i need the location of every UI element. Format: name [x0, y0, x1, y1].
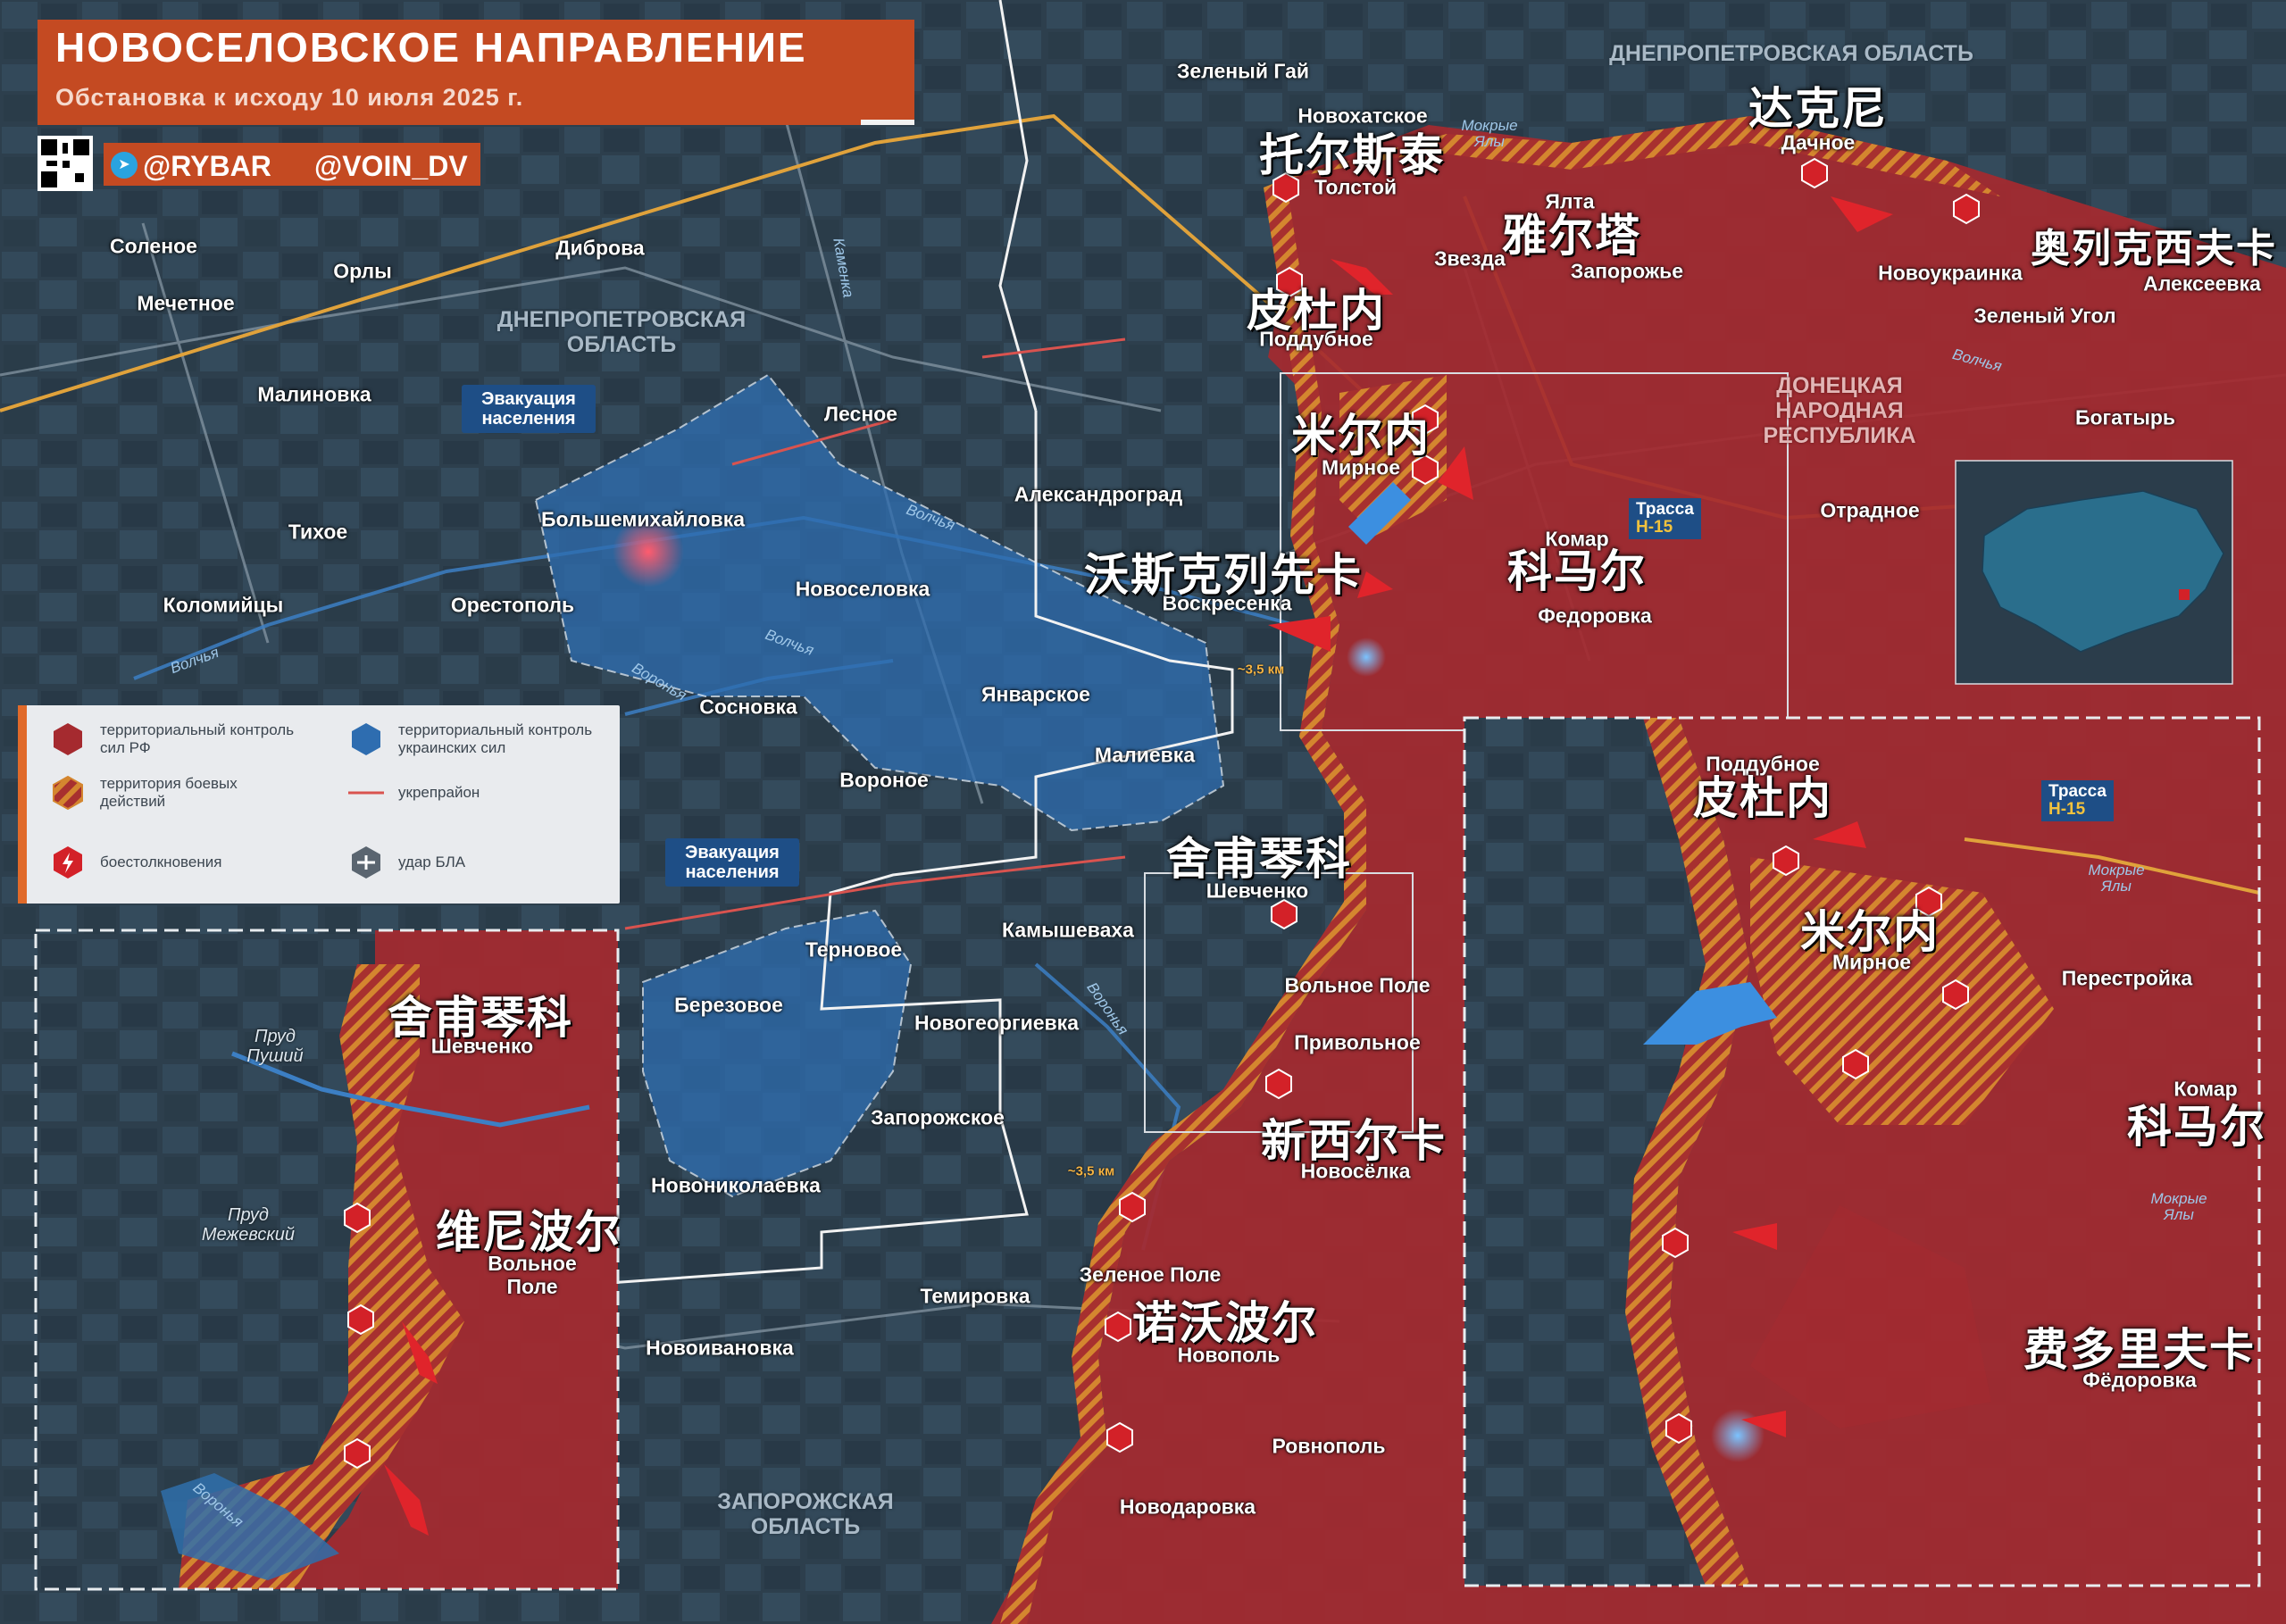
road-code: Н-15 [1636, 518, 1673, 537]
map-canvas[interactable]: НОВОСЕЛОВСКОЕ НАПРАВЛЕНИЕ Обстановка к и… [0, 0, 2286, 1624]
legend-fortified: укрепрайон [398, 784, 480, 801]
handle-voin[interactable]: @VOIN_DV [314, 150, 468, 183]
legend-ru-control: территориальный контроль сил РФ [100, 721, 295, 756]
page-subtitle: Обстановка к исходу 10 июля 2025 г. [55, 84, 524, 111]
town-sosnovka[interactable]: Сосновка [699, 695, 797, 720]
inset-left-volnoe-pole-cn: 维尼波尔 [436, 1205, 622, 1258]
cn-label-mirnoe: 米尔内 [1291, 409, 1431, 462]
cn-label-novoselka: 新西尔卡 [1261, 1114, 1447, 1167]
evac-label-2: Эвакуация населения [665, 838, 799, 887]
handle-rybar[interactable]: @RYBAR [143, 150, 271, 183]
cn-label-tolstoy: 托尔斯泰 [1259, 129, 1445, 181]
town-aleksandrograd[interactable]: Александроград [1014, 483, 1182, 507]
town-malinovka[interactable]: Малиновка [257, 383, 371, 407]
town-zvezda[interactable]: Звезда [1434, 247, 1506, 271]
qr-code-icon[interactable] [38, 136, 93, 191]
inset-left-prud-mezhevsky: Пруд Межевский [201, 1205, 296, 1245]
locator-marker [2179, 589, 2190, 600]
inset-right-poddubnoe-cn: 皮杜内 [1693, 771, 1832, 824]
cn-label-dachnoe: 达克尼 [1748, 82, 1888, 135]
cn-label-yalta: 雅尔塔 [1502, 209, 1641, 262]
town-otradnoe[interactable]: Отрадное [1820, 499, 1919, 523]
legend-clashes: боестолкновения [100, 854, 222, 870]
inset-left-prud-pushiy: Пруд Пуший [246, 1027, 304, 1066]
town-zeleny-gai[interactable]: Зеленый Гай [1177, 60, 1309, 84]
road-tag-h15: Трасса Н-15 [1629, 498, 1701, 539]
inset-right-perestroika[interactable]: Перестройка [2062, 967, 2192, 991]
town-tikhoe[interactable]: Тихое [288, 521, 347, 545]
town-novonikolaevka[interactable]: Новониколаевка [651, 1174, 821, 1198]
inset-right-komar-cn: 科马尔 [2127, 1100, 2266, 1153]
legend-panel: территориальный контроль сил РФ территор… [18, 705, 620, 904]
town-novoselovka[interactable]: Новоселовка [796, 578, 930, 602]
town-fedorovka[interactable]: Федоровка [1538, 604, 1652, 629]
town-rovnopol[interactable]: Ровнополь [1272, 1435, 1385, 1459]
red-hexagon-icon [54, 723, 82, 755]
region-dnr: ДОНЕЦКАЯ НАРОДНАЯ РЕСПУБЛИКА [1763, 373, 1916, 448]
town-novoivanovka[interactable]: Новоивановка [646, 1337, 794, 1361]
inset-right-road-label: Трасса [2048, 782, 2107, 801]
town-zaporozhskoe[interactable]: Запорожское [871, 1106, 1005, 1130]
drone-strike-icon [352, 846, 380, 879]
legend-ua-control: территориальный контроль украинских сил [398, 721, 593, 756]
town-novoukrainka[interactable]: Новоукраинка [1878, 262, 2023, 286]
distance-label-1: ~3,5 км [1237, 662, 1285, 678]
town-bogatyr[interactable]: Богатырь [2075, 406, 2175, 430]
town-privolnoe[interactable]: Привольное [1294, 1031, 1421, 1055]
town-malievka[interactable]: Малиевка [1095, 744, 1195, 768]
red-line-icon [348, 791, 384, 795]
town-orly[interactable]: Орлы [333, 260, 392, 284]
inset-right-mokrye-yaly-2: Мокрые Ялы [2150, 1190, 2207, 1223]
town-lesnoe[interactable]: Лесное [824, 403, 897, 427]
inset-right-road-tag: Трасса Н-15 [2041, 780, 2114, 821]
town-novogeorgievka[interactable]: Новогеоргиевка [914, 1012, 1079, 1036]
cn-label-poddubnoe: 皮杜内 [1247, 284, 1386, 337]
town-dibrova[interactable]: Диброва [555, 237, 644, 261]
region-zaporozhye: ЗАПОРОЖСКАЯ ОБЛАСТЬ [717, 1489, 894, 1539]
town-alekseevka[interactable]: Алексеевка [2143, 272, 2261, 296]
drone-strike-glow-2 [1347, 637, 1386, 677]
legend-combat-zone: территория боевых действий [100, 775, 238, 810]
town-yanvarskoe[interactable]: Январское [981, 683, 1090, 707]
cn-label-novopol: 诺沃波尔 [1132, 1296, 1318, 1349]
town-ternovoe[interactable]: Терновое [805, 938, 902, 962]
cn-label-voskresenka: 沃斯克列先卡 [1084, 548, 1363, 601]
page-title: НОВОСЕЛОВСКОЕ НАПРАВЛЕНИЕ [55, 24, 807, 71]
region-dnepr-mid: ДНЕПРОПЕТРОВСКАЯ ОБЛАСТЬ [496, 307, 747, 357]
town-kolomiytsy[interactable]: Коломийцы [163, 594, 284, 618]
town-zeleny-ugol[interactable]: Зеленый Угол [1973, 304, 2115, 329]
river-mokrye-yaly: Мокрые Ялы [1461, 117, 1518, 150]
inset-right-road-code: Н-15 [2048, 800, 2086, 819]
road-label: Трасса [1636, 500, 1694, 519]
inset-right-fedorovka-cn: 费多里夫卡 [2023, 1323, 2256, 1376]
town-kamyshevakha[interactable]: Камышеваха [1002, 919, 1134, 943]
inset-right-mokrye-yaly-1: Мокрые Ялы [2088, 862, 2145, 895]
telegram-icon: ➤ [111, 152, 138, 179]
cn-label-shevchenko: 舍甫琴科 [1166, 832, 1352, 885]
hatched-hexagon-icon [53, 775, 83, 811]
town-zelenoe-pole[interactable]: Зеленое Поле [1080, 1263, 1222, 1287]
town-voronoe[interactable]: Вороное [839, 769, 929, 793]
evac-label-1: Эвакуация населения [462, 385, 596, 433]
cn-label-novoukrainka: 奥列克西夫卡 [2031, 226, 2277, 271]
town-novodarovka[interactable]: Новодаровка [1120, 1495, 1256, 1520]
town-orestopol[interactable]: Орестополь [451, 594, 574, 618]
blue-hexagon-icon [352, 723, 380, 755]
clash-icon [54, 846, 82, 879]
town-volnoe-pole[interactable]: Вольное Поле [1284, 974, 1430, 998]
town-solenoe[interactable]: Соленое [110, 235, 197, 259]
inset-left-shevchenko-cn: 舍甫琴科 [388, 991, 573, 1044]
town-bolshemikhailovka[interactable]: Большемихайловка [541, 508, 745, 532]
distance-label-2: ~3,5 км [1067, 1163, 1115, 1179]
region-dnepr-top: ДНЕПРОПЕТРОВСКАЯ ОБЛАСТЬ [1609, 41, 1973, 66]
town-mechetnoe[interactable]: Мечетное [137, 292, 234, 316]
town-temirovka[interactable]: Темировка [920, 1285, 1030, 1309]
legend-uav-strike: удар БЛА [398, 854, 466, 870]
cn-label-komar: 科马尔 [1507, 545, 1647, 597]
inset-right-mirnoe-cn: 米尔内 [1800, 905, 1940, 958]
town-berezovoe[interactable]: Березовое [674, 994, 783, 1018]
